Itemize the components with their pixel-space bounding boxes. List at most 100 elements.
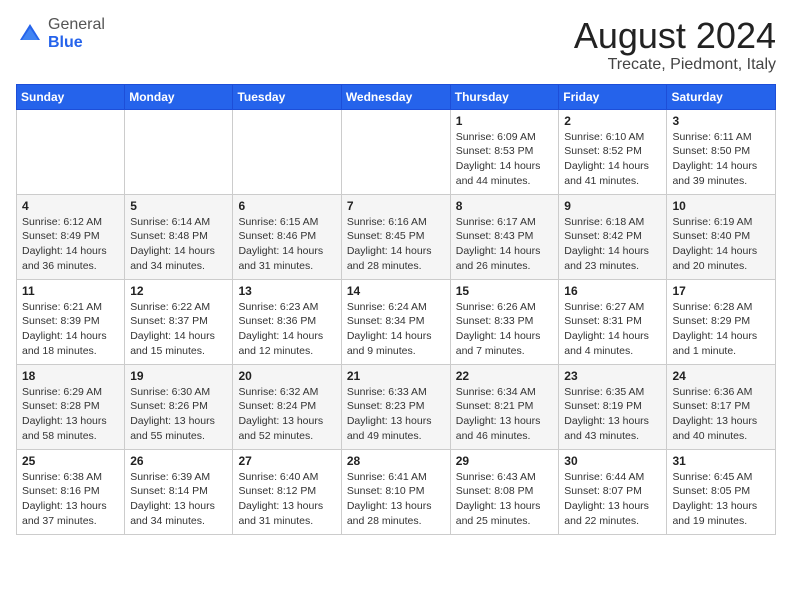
day-info: Sunrise: 6:33 AMSunset: 8:23 PMDaylight:… <box>347 385 445 444</box>
day-info: Sunrise: 6:09 AMSunset: 8:53 PMDaylight:… <box>456 130 554 189</box>
calendar-cell-w5d6: 31 Sunrise: 6:45 AMSunset: 8:05 PMDayligh… <box>667 449 776 534</box>
calendar-cell-w1d3 <box>341 109 450 194</box>
day-number: 26 <box>130 454 227 468</box>
day-number: 4 <box>22 199 119 213</box>
calendar-cell-w5d2: 27 Sunrise: 6:40 AMSunset: 8:12 PMDayligh… <box>233 449 341 534</box>
calendar-cell-w4d0: 18Sunrise: 6:29 AMSunset: 8:28 PMDayligh… <box>17 364 125 449</box>
day-number: 10 <box>672 199 770 213</box>
day-info: Sunrise: 6:39 AMSunset: 8:14 PMDaylight:… <box>130 470 227 529</box>
calendar-week-5: 25 Sunrise: 6:38 AMSunset: 8:16 PMDayligh… <box>17 449 776 534</box>
day-number: 27 <box>238 454 335 468</box>
calendar-cell-w1d6: 3 Sunrise: 6:11 AMSunset: 8:50 PMDaylight… <box>667 109 776 194</box>
logo: General Blue <box>16 16 105 51</box>
day-info: Sunrise: 6:16 AMSunset: 8:45 PMDaylight:… <box>347 215 445 274</box>
calendar-cell-w3d1: 12 Sunrise: 6:22 AMSunset: 8:37 PMDayligh… <box>125 279 233 364</box>
logo-icon <box>16 20 44 48</box>
day-info: Sunrise: 6:41 AMSunset: 8:10 PMDaylight:… <box>347 470 445 529</box>
day-info: Sunrise: 6:12 AMSunset: 8:49 PMDaylight:… <box>22 215 119 274</box>
calendar-cell-w1d4: 1 Sunrise: 6:09 AMSunset: 8:53 PMDaylight… <box>450 109 559 194</box>
day-number: 23 <box>564 369 661 383</box>
calendar-cell-w3d0: 11Sunrise: 6:21 AMSunset: 8:39 PMDayligh… <box>17 279 125 364</box>
title-area: August 2024 Trecate, Piedmont, Italy <box>574 16 776 74</box>
day-number: 24 <box>672 369 770 383</box>
calendar-cell-w5d4: 29 Sunrise: 6:43 AMSunset: 8:08 PMDayligh… <box>450 449 559 534</box>
calendar-cell-w2d2: 6Sunrise: 6:15 AMSunset: 8:46 PMDaylight… <box>233 194 341 279</box>
calendar-week-4: 18Sunrise: 6:29 AMSunset: 8:28 PMDayligh… <box>17 364 776 449</box>
day-number: 8 <box>456 199 554 213</box>
day-info: Sunrise: 6:40 AMSunset: 8:12 PMDaylight:… <box>238 470 335 529</box>
calendar-week-1: 1 Sunrise: 6:09 AMSunset: 8:53 PMDaylight… <box>17 109 776 194</box>
calendar-cell-w1d1 <box>125 109 233 194</box>
day-info: Sunrise: 6:34 AMSunset: 8:21 PMDaylight:… <box>456 385 554 444</box>
location-subtitle: Trecate, Piedmont, Italy <box>574 56 776 74</box>
calendar-cell-w4d4: 22 Sunrise: 6:34 AMSunset: 8:21 PMDayligh… <box>450 364 559 449</box>
col-wednesday: Wednesday <box>341 84 450 109</box>
day-info: Sunrise: 6:27 AMSunset: 8:31 PMDaylight:… <box>564 300 661 359</box>
day-info: Sunrise: 6:18 AMSunset: 8:42 PMDaylight:… <box>564 215 661 274</box>
calendar-cell-w1d2 <box>233 109 341 194</box>
day-info: Sunrise: 6:36 AMSunset: 8:17 PMDaylight:… <box>672 385 770 444</box>
page: General Blue August 2024 Trecate, Piedmo… <box>0 0 792 612</box>
day-number: 5 <box>130 199 227 213</box>
calendar-cell-w4d3: 21Sunrise: 6:33 AMSunset: 8:23 PMDayligh… <box>341 364 450 449</box>
calendar-cell-w2d4: 8 Sunrise: 6:17 AMSunset: 8:43 PMDaylight… <box>450 194 559 279</box>
day-number: 25 <box>22 454 119 468</box>
month-year-title: August 2024 <box>574 16 776 56</box>
day-number: 13 <box>238 284 335 298</box>
day-number: 16 <box>564 284 661 298</box>
calendar-week-2: 4 Sunrise: 6:12 AMSunset: 8:49 PMDaylight… <box>17 194 776 279</box>
calendar-cell-w3d6: 17Sunrise: 6:28 AMSunset: 8:29 PMDayligh… <box>667 279 776 364</box>
day-number: 6 <box>238 199 335 213</box>
day-number: 2 <box>564 114 661 128</box>
calendar-week-3: 11Sunrise: 6:21 AMSunset: 8:39 PMDayligh… <box>17 279 776 364</box>
calendar-cell-w2d1: 5Sunrise: 6:14 AMSunset: 8:48 PMDaylight… <box>125 194 233 279</box>
day-info: Sunrise: 6:45 AMSunset: 8:05 PMDaylight:… <box>672 470 770 529</box>
day-info: Sunrise: 6:24 AMSunset: 8:34 PMDaylight:… <box>347 300 445 359</box>
day-info: Sunrise: 6:17 AMSunset: 8:43 PMDaylight:… <box>456 215 554 274</box>
day-number: 28 <box>347 454 445 468</box>
calendar-cell-w2d6: 10Sunrise: 6:19 AMSunset: 8:40 PMDayligh… <box>667 194 776 279</box>
calendar-cell-w1d0 <box>17 109 125 194</box>
logo-blue-text: Blue <box>48 34 83 51</box>
calendar-cell-w5d1: 26 Sunrise: 6:39 AMSunset: 8:14 PMDayligh… <box>125 449 233 534</box>
day-info: Sunrise: 6:43 AMSunset: 8:08 PMDaylight:… <box>456 470 554 529</box>
logo-general-text: General <box>48 16 105 33</box>
day-number: 3 <box>672 114 770 128</box>
day-number: 1 <box>456 114 554 128</box>
day-number: 19 <box>130 369 227 383</box>
calendar-cell-w3d2: 13Sunrise: 6:23 AMSunset: 8:36 PMDayligh… <box>233 279 341 364</box>
calendar-cell-w4d6: 24 Sunrise: 6:36 AMSunset: 8:17 PMDayligh… <box>667 364 776 449</box>
day-number: 22 <box>456 369 554 383</box>
calendar-cell-w2d0: 4 Sunrise: 6:12 AMSunset: 8:49 PMDaylight… <box>17 194 125 279</box>
day-number: 15 <box>456 284 554 298</box>
calendar-cell-w4d1: 19 Sunrise: 6:30 AMSunset: 8:26 PMDayligh… <box>125 364 233 449</box>
header: General Blue August 2024 Trecate, Piedmo… <box>16 16 776 74</box>
day-info: Sunrise: 6:21 AMSunset: 8:39 PMDaylight:… <box>22 300 119 359</box>
day-info: Sunrise: 6:22 AMSunset: 8:37 PMDaylight:… <box>130 300 227 359</box>
calendar-cell-w4d5: 23 Sunrise: 6:35 AMSunset: 8:19 PMDayligh… <box>559 364 667 449</box>
calendar-cell-w5d3: 28 Sunrise: 6:41 AMSunset: 8:10 PMDayligh… <box>341 449 450 534</box>
day-info: Sunrise: 6:30 AMSunset: 8:26 PMDaylight:… <box>130 385 227 444</box>
day-number: 31 <box>672 454 770 468</box>
calendar-cell-w5d5: 30Sunrise: 6:44 AMSunset: 8:07 PMDayligh… <box>559 449 667 534</box>
calendar-cell-w3d4: 15Sunrise: 6:26 AMSunset: 8:33 PMDayligh… <box>450 279 559 364</box>
logo-text: General Blue <box>48 16 105 51</box>
day-number: 9 <box>564 199 661 213</box>
calendar-cell-w2d3: 7 Sunrise: 6:16 AMSunset: 8:45 PMDaylight… <box>341 194 450 279</box>
day-info: Sunrise: 6:10 AMSunset: 8:52 PMDaylight:… <box>564 130 661 189</box>
calendar-cell-w4d2: 20Sunrise: 6:32 AMSunset: 8:24 PMDayligh… <box>233 364 341 449</box>
col-thursday: Thursday <box>450 84 559 109</box>
calendar-cell-w1d5: 2 Sunrise: 6:10 AMSunset: 8:52 PMDaylight… <box>559 109 667 194</box>
day-info: Sunrise: 6:38 AMSunset: 8:16 PMDaylight:… <box>22 470 119 529</box>
col-sunday: Sunday <box>17 84 125 109</box>
day-number: 30 <box>564 454 661 468</box>
calendar-header-row: Sunday Monday Tuesday Wednesday Thursday… <box>17 84 776 109</box>
day-number: 20 <box>238 369 335 383</box>
day-number: 29 <box>456 454 554 468</box>
calendar-cell-w5d0: 25 Sunrise: 6:38 AMSunset: 8:16 PMDayligh… <box>17 449 125 534</box>
day-info: Sunrise: 6:28 AMSunset: 8:29 PMDaylight:… <box>672 300 770 359</box>
day-number: 7 <box>347 199 445 213</box>
day-info: Sunrise: 6:35 AMSunset: 8:19 PMDaylight:… <box>564 385 661 444</box>
day-number: 12 <box>130 284 227 298</box>
day-info: Sunrise: 6:11 AMSunset: 8:50 PMDaylight:… <box>672 130 770 189</box>
